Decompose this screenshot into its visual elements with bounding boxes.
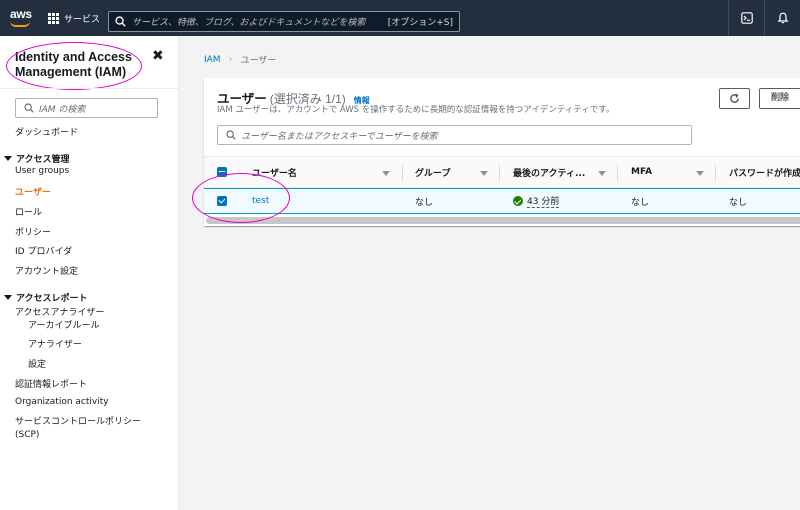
services-menu-button[interactable]: サービス [48, 0, 100, 36]
global-search-input[interactable]: サービス、特徴、ブログ、およびドキュメントなどを検索 [オプション+S] [108, 11, 460, 32]
mfa-cell: なし [631, 197, 650, 208]
sidebar-item-scp[interactable]: サービスコントロールポリシー (SCP) [15, 416, 155, 442]
sidebar-divider [0, 88, 179, 89]
bell-icon [777, 12, 788, 24]
sidebar-item-credential-report[interactable]: 認証情報レポート [15, 377, 87, 390]
sort-caret-icon [382, 171, 390, 176]
column-separator [715, 165, 716, 181]
column-separator [617, 165, 618, 181]
chevron-right-icon: › [228, 54, 233, 65]
sidebar-item-access-analyzer[interactable]: アクセスアナライザー [15, 305, 104, 318]
sidebar-item-roles[interactable]: ロール [15, 205, 42, 218]
sort-caret-icon [480, 171, 488, 176]
search-icon [115, 16, 126, 27]
search-icon [226, 130, 236, 140]
checkbox-icon [217, 167, 227, 177]
table-header: ユーザー名 グループ 最後のアクティ... MFA パスワードが作成 [204, 156, 800, 188]
column-header-last-activity[interactable]: 最後のアクティ... [513, 157, 585, 187]
users-panel: ユーザー (選択済み 1/1) 情報 IAM ユーザーは、アカウントで AWS … [204, 78, 800, 226]
column-header-password[interactable]: パスワードが作成 [729, 157, 800, 187]
sidebar-search-placeholder: IAM の検索 [39, 104, 86, 115]
sidebar-item-identity-providers[interactable]: ID プロバイダ [15, 244, 72, 257]
column-header-mfa[interactable]: MFA [631, 157, 652, 187]
search-icon [24, 103, 34, 113]
refresh-button[interactable] [719, 88, 750, 109]
column-header-username[interactable]: ユーザー名 [252, 157, 297, 187]
column-separator [499, 165, 500, 181]
select-all-checkbox[interactable] [217, 157, 227, 187]
sidebar: Identity and Access Management (IAM) ✖ I… [0, 36, 179, 510]
notifications-button[interactable] [764, 0, 800, 36]
username-link[interactable]: test [252, 189, 269, 213]
caret-down-icon [4, 156, 12, 161]
caret-down-icon [4, 295, 12, 300]
refresh-icon [730, 93, 739, 103]
breadcrumb-current: ユーザー [240, 56, 277, 66]
delete-button[interactable]: 削除 [759, 88, 800, 109]
table-row[interactable]: test なし 43 分前 なし なし [204, 188, 800, 214]
groups-cell: なし [415, 197, 434, 208]
sort-caret-icon [696, 171, 704, 176]
sidebar-search-input[interactable]: IAM の検索 [15, 98, 158, 118]
grid-icon [48, 12, 59, 24]
sidebar-item-dashboard[interactable]: ダッシュボード [15, 125, 78, 138]
horizontal-scrollbar[interactable] [206, 217, 800, 224]
sidebar-title: Identity and Access Management (IAM) [15, 50, 132, 79]
last-activity-cell: 43 分前 [513, 189, 560, 213]
sidebar-section-access-management[interactable]: アクセス管理 [4, 152, 70, 165]
sidebar-item-organization-activity[interactable]: Organization activity [15, 397, 109, 407]
services-label: サービス [64, 14, 101, 25]
status-ok-icon [513, 196, 523, 206]
terminal-icon [740, 12, 753, 24]
panel-description: IAM ユーザーは、アカウントで AWS を操作するために長期的な認証情報を持つ… [217, 105, 615, 115]
close-icon[interactable]: ✖ [152, 49, 164, 63]
breadcrumb: IAM › ユーザー [204, 53, 276, 66]
checkbox-checked-icon [217, 196, 227, 206]
row-checkbox[interactable] [217, 189, 227, 213]
user-search-input[interactable]: ユーザー名またはアクセスキーでユーザーを検索 [217, 125, 692, 145]
sidebar-item-users[interactable]: ユーザー [15, 185, 51, 198]
cloudshell-button[interactable] [728, 0, 764, 36]
sidebar-item-analyzer-settings[interactable]: 設定 [28, 357, 46, 370]
column-separator [402, 165, 403, 181]
sidebar-item-policies[interactable]: ポリシー [15, 225, 51, 238]
sidebar-item-archive-rules[interactable]: アーカイブルール [28, 318, 99, 331]
aws-smile-icon [10, 21, 30, 27]
password-cell: なし [729, 197, 748, 208]
user-search-placeholder: ユーザー名またはアクセスキーでユーザーを検索 [241, 131, 438, 142]
column-header-groups[interactable]: グループ [415, 157, 450, 187]
top-navigation-bar: aws サービス サービス、特徴、ブログ、およびドキュメントなどを検索 [オプシ… [0, 0, 800, 36]
sort-caret-icon [598, 171, 606, 176]
sidebar-item-account-settings[interactable]: アカウント設定 [15, 264, 78, 277]
sidebar-item-analyzers[interactable]: アナライザー [28, 337, 82, 350]
global-search-placeholder: サービス、特徴、ブログ、およびドキュメントなどを検索 [132, 18, 366, 28]
sidebar-section-access-reports[interactable]: アクセスレポート [4, 291, 88, 304]
aws-logo[interactable]: aws [4, 0, 44, 36]
breadcrumb-iam-link[interactable]: IAM [204, 55, 221, 65]
search-shortcut-hint: [オプション+S] [387, 18, 453, 28]
sidebar-item-user-groups[interactable]: User groups [15, 166, 69, 176]
